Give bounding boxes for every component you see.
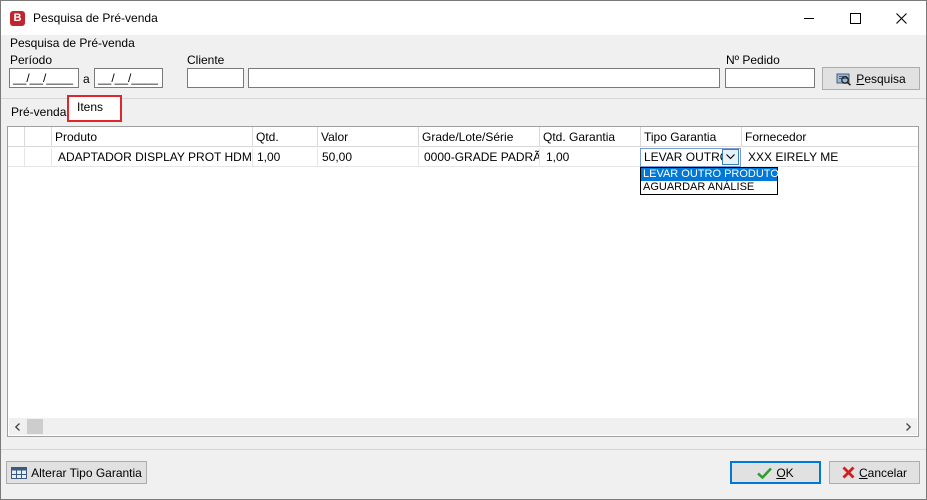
- cell-qtd[interactable]: 1,00: [253, 148, 318, 167]
- pedido-input[interactable]: [725, 68, 815, 88]
- search-button[interactable]: Pesquisa: [822, 67, 920, 90]
- maximize-icon: [849, 12, 861, 24]
- tab-pre-venda[interactable]: Pré-venda: [11, 105, 66, 119]
- chevron-left-icon: [15, 422, 20, 431]
- cell-qtd-garantia[interactable]: 1,00: [540, 148, 641, 167]
- column-header-fornecedor[interactable]: Fornecedor: [742, 127, 918, 147]
- tab-itens[interactable]: Itens: [67, 95, 122, 122]
- tipo-garantia-options: LEVAR OUTRO PRODUTO AGUARDAR ANÁLISE: [640, 167, 779, 195]
- option-levar-outro-produto[interactable]: LEVAR OUTRO PRODUTO: [641, 168, 779, 181]
- app-icon: B: [10, 11, 25, 26]
- alterar-tipo-garantia-button[interactable]: Alterar Tipo Garantia: [6, 461, 147, 484]
- cliente-label: Cliente: [187, 53, 225, 67]
- maximize-button[interactable]: [832, 1, 878, 35]
- horizontal-scrollbar[interactable]: [9, 418, 917, 435]
- cell-grade[interactable]: 0000-GRADE PADRÃO: [419, 148, 540, 167]
- column-header-qtd-garantia[interactable]: Qtd. Garantia: [540, 127, 641, 147]
- cancel-button-label: Cancelar: [858, 465, 908, 480]
- minimize-icon: [804, 17, 814, 19]
- row-blank-cell[interactable]: [25, 148, 52, 167]
- column-header-produto[interactable]: Produto: [52, 127, 253, 147]
- tipo-garantia-dropdown-button[interactable]: [722, 149, 739, 165]
- pedido-label: Nº Pedido: [726, 53, 780, 67]
- close-icon: [895, 12, 907, 24]
- grid-corner: [8, 127, 25, 147]
- cell-fornecedor[interactable]: XXX EIRELY ME: [742, 148, 918, 167]
- window-title: Pesquisa de Pré-venda: [33, 11, 158, 25]
- cancel-x-icon: [842, 466, 855, 479]
- ok-button[interactable]: OK: [730, 461, 821, 484]
- cliente-code-input[interactable]: [187, 68, 244, 88]
- cell-produto[interactable]: ADAPTADOR DISPLAY PROT HDMI: [52, 148, 253, 167]
- title-bar: B Pesquisa de Pré-venda: [1, 1, 926, 35]
- search-group-title: Pesquisa de Pré-venda: [10, 36, 135, 50]
- chevron-right-icon: [906, 422, 911, 431]
- close-button[interactable]: [878, 1, 924, 35]
- check-icon: [757, 467, 773, 479]
- footer-separator: [1, 449, 926, 450]
- chevron-down-icon: [726, 154, 735, 160]
- date-separator: a: [83, 72, 90, 86]
- cancel-button[interactable]: Cancelar: [829, 461, 920, 484]
- cell-valor[interactable]: 50,00: [318, 148, 419, 167]
- column-header-valor[interactable]: Valor: [318, 127, 419, 147]
- periodo-label: Período: [10, 53, 53, 67]
- search-button-label: Pesquisa: [856, 71, 906, 86]
- date-to-input[interactable]: __/__/____: [94, 68, 163, 88]
- ok-button-label: OK: [776, 465, 794, 480]
- separator: [1, 98, 926, 99]
- option-aguardar-analise[interactable]: AGUARDAR ANÁLISE: [641, 181, 777, 194]
- search-icon: [836, 73, 852, 86]
- scroll-right-button[interactable]: [900, 418, 917, 435]
- items-grid: Produto Qtd. Valor Grade/Lote/Série Qtd.…: [7, 126, 919, 437]
- minimize-button[interactable]: [786, 1, 832, 35]
- row-indicator[interactable]: [8, 148, 25, 167]
- cliente-name-input[interactable]: [248, 68, 720, 88]
- date-from-input[interactable]: __/__/____: [9, 68, 79, 88]
- column-header-tipo-garantia[interactable]: Tipo Garantia: [641, 127, 742, 147]
- column-header-grade[interactable]: Grade/Lote/Série: [419, 127, 540, 147]
- grid-header-blank: [25, 127, 52, 147]
- column-header-qtd[interactable]: Qtd.: [253, 127, 318, 147]
- main-window: B Pesquisa de Pré-venda Pesquisa de Pré-…: [0, 0, 927, 500]
- grid-icon: [11, 466, 28, 479]
- scroll-thumb[interactable]: [27, 419, 43, 434]
- scroll-left-button[interactable]: [9, 418, 26, 435]
- alterar-tipo-garantia-label: Alterar Tipo Garantia: [31, 465, 142, 480]
